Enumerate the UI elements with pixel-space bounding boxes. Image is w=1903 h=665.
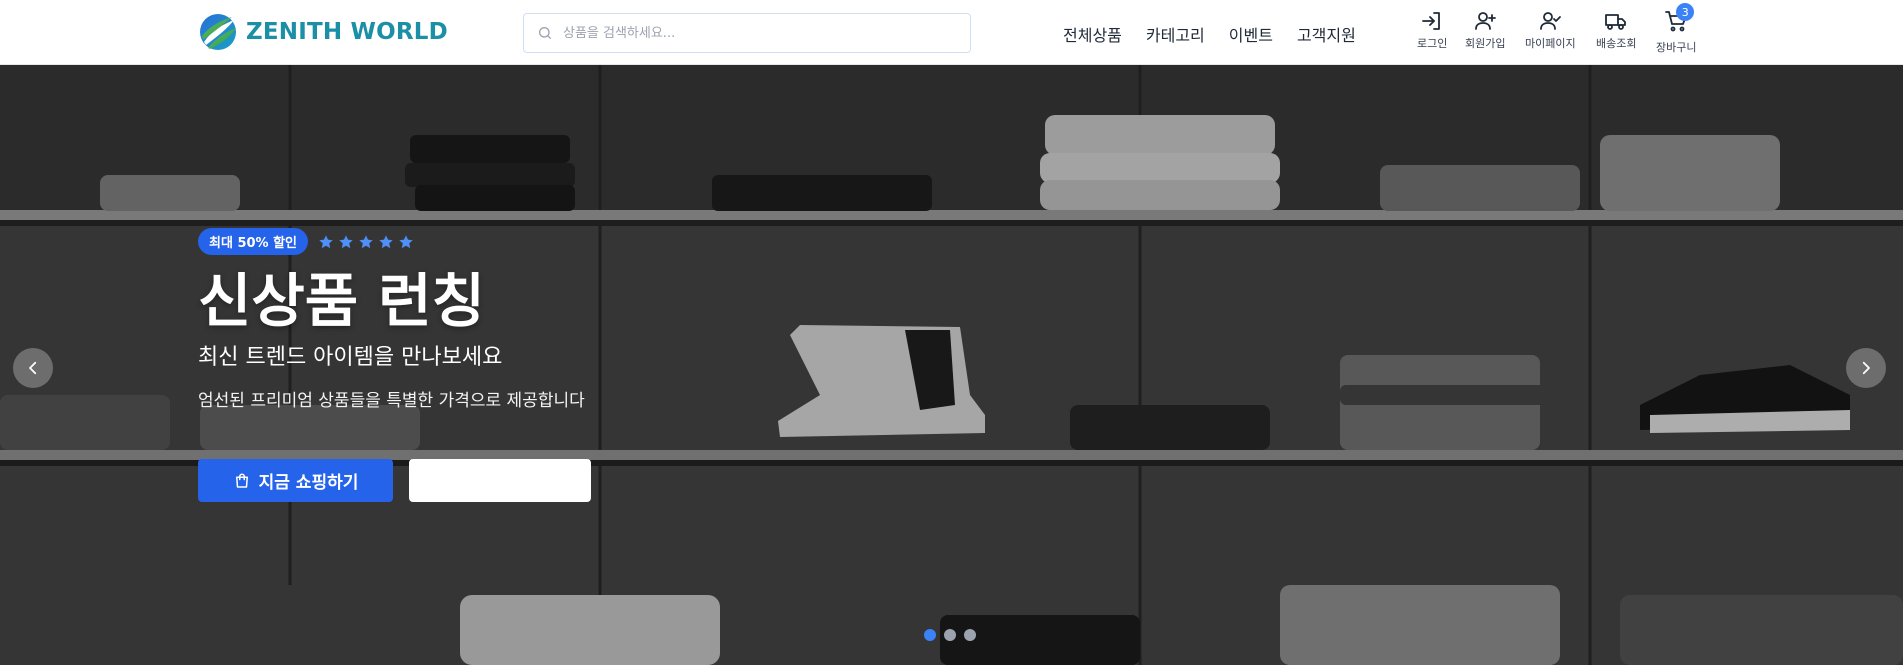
nav-item-all-products[interactable]: 전체상품 (1063, 22, 1122, 46)
secondary-cta-button[interactable] (409, 459, 591, 502)
globe-swirl-logo-icon (200, 14, 236, 50)
carousel-dot-2[interactable] (944, 629, 956, 641)
login-icon (1422, 12, 1441, 30)
hero-badge-row: 최대 50% 할인 (198, 228, 585, 255)
cart-label: 장바구니 (1656, 41, 1697, 54)
search-icon (539, 27, 551, 39)
hero-subtitle: 최신 트렌드 아이템을 만나보세요 (198, 345, 503, 370)
delivery-label: 배송조회 (1596, 37, 1637, 50)
carousel-next-button[interactable] (1846, 348, 1886, 388)
shop-now-button[interactable]: 지금 쇼핑하기 (198, 459, 393, 502)
hero-description: 엄선된 프리미엄 상품들을 특별한 가격으로 제공합니다 (198, 391, 585, 411)
carousel-dot-3[interactable] (964, 629, 976, 641)
star-icon (379, 234, 393, 248)
mypage-label: 마이페이지 (1525, 37, 1576, 50)
cart-icon-wrap: 3 (1664, 3, 1695, 37)
carousel-prev-button[interactable] (13, 348, 53, 388)
shop-now-label: 지금 쇼핑하기 (258, 473, 359, 493)
hero-content: 최대 50% 할인 신상품 런칭 최신 트렌드 아이템을 만나보세요 엄선된 프… (198, 228, 585, 413)
hero-buttons: 지금 쇼핑하기 (198, 459, 591, 502)
carousel-dot-1[interactable] (924, 629, 936, 641)
main-nav: 전체상품 카테고리 이벤트 고객지원 (1063, 22, 1380, 46)
login-button[interactable]: 로그인 (1417, 9, 1447, 51)
signup-button[interactable]: 회원가입 (1465, 9, 1505, 51)
user-check-icon (1540, 12, 1562, 30)
nav-item-support[interactable]: 고객지원 (1297, 22, 1356, 46)
search-bar[interactable] (523, 13, 971, 53)
user-plus-icon (1475, 12, 1497, 30)
hero-title: 신상품 런칭 (198, 267, 485, 335)
site-header: ZENITH WORLD 전체상품 카테고리 이벤트 고객지원 로그인 회원가입… (0, 0, 1903, 65)
truck-icon (1605, 14, 1627, 30)
chevron-right-icon (1862, 361, 1870, 375)
hero-banner: 최대 50% 할인 신상품 런칭 최신 트렌드 아이템을 만나보세요 엄선된 프… (0, 65, 1903, 665)
discount-badge: 최대 50% 할인 (198, 228, 309, 255)
delivery-button[interactable]: 배송조회 (1596, 9, 1636, 51)
carousel-dots (924, 629, 984, 641)
star-icon (339, 234, 353, 248)
brand-name: ZENITH WORLD (246, 19, 448, 45)
rating-stars (318, 234, 418, 250)
nav-item-category[interactable]: 카테고리 (1146, 22, 1205, 46)
search-input[interactable] (563, 25, 943, 41)
login-label: 로그인 (1417, 37, 1448, 50)
star-icon (399, 234, 413, 248)
brand-logo[interactable]: ZENITH WORLD (198, 12, 448, 52)
star-icon (319, 234, 333, 248)
nav-item-event[interactable]: 이벤트 (1229, 22, 1273, 46)
shopping-bag-icon (235, 473, 248, 488)
chevron-left-icon (29, 361, 37, 375)
cart-button[interactable]: 3 장바구니 (1656, 3, 1697, 55)
star-icon (359, 234, 373, 248)
signup-label: 회원가입 (1465, 37, 1506, 50)
mypage-button[interactable]: 마이페이지 (1525, 9, 1576, 51)
cart-count-badge: 3 (1676, 3, 1695, 21)
